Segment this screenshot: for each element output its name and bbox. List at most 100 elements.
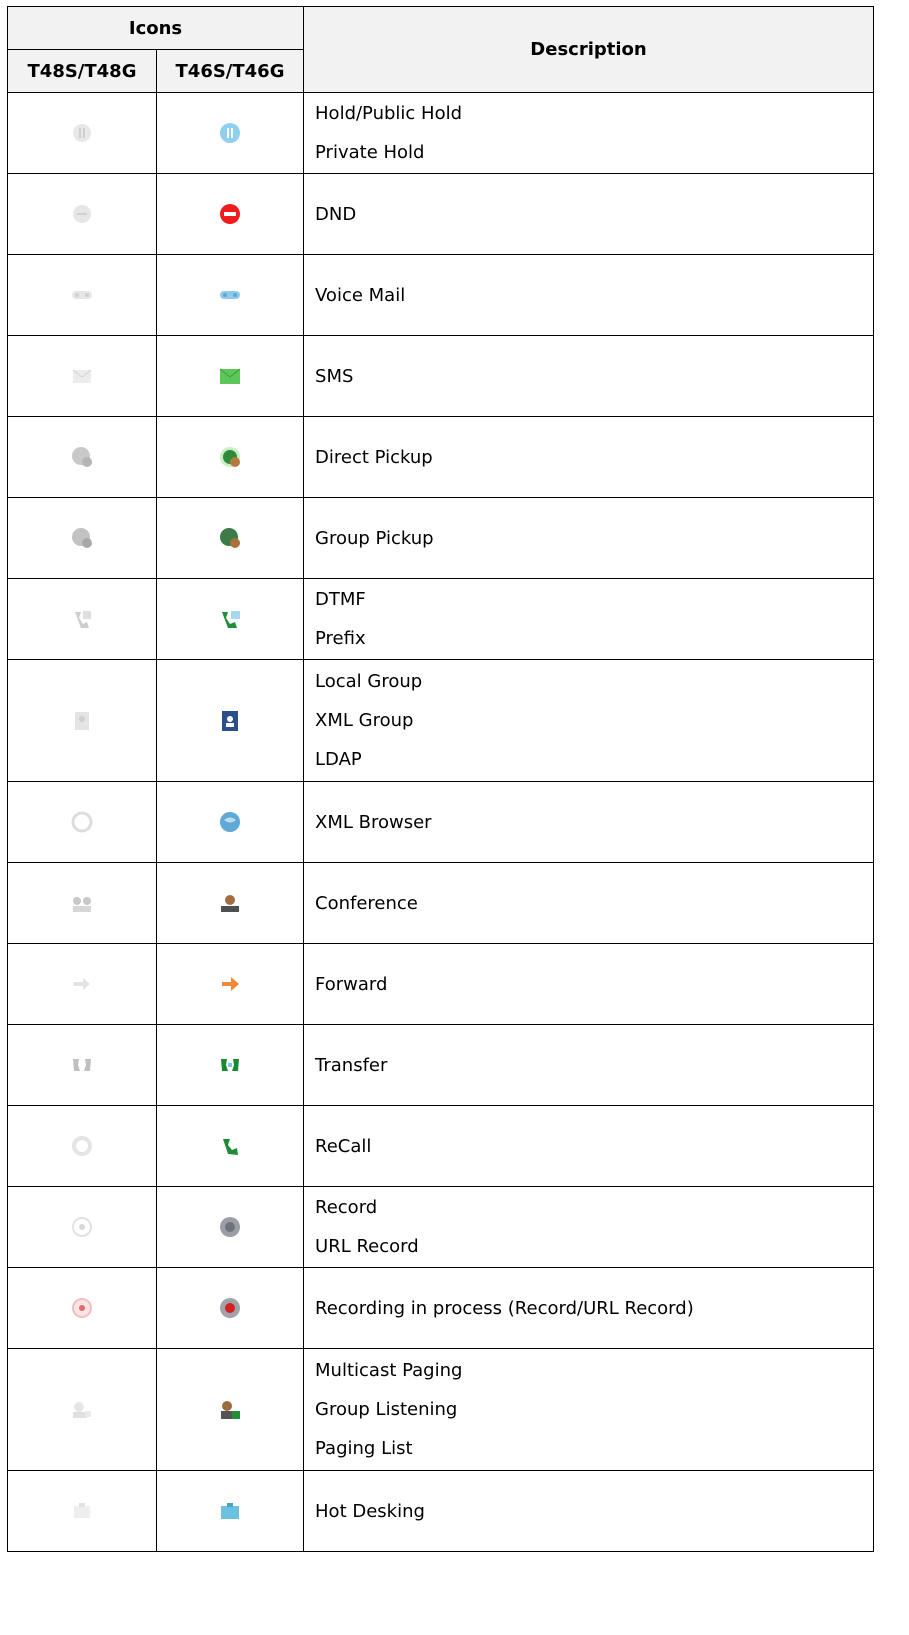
icon-cell-t46 [155,943,305,1025]
description-line: Paging List [315,1438,413,1459]
icon-cell-t46 [155,1105,305,1187]
description-line: ReCall [315,1135,372,1157]
icon-cell-t46 [155,659,305,782]
description-line: URL Record [315,1236,419,1257]
recording-icon [71,1297,93,1319]
icon-cell-t46 [155,173,305,255]
forward-icon [219,973,241,995]
description-line: Forward [315,973,388,995]
icon-cell-t48 [7,943,157,1025]
hot-desking-icon [71,1500,93,1522]
recording-icon [219,1297,241,1319]
icon-cell-t48 [7,578,157,660]
table-row: Conference [7,862,875,944]
description-line: Multicast Paging [315,1360,463,1381]
icon-cell-t46 [155,416,305,498]
icon-cell-t46 [155,254,305,336]
description-cell: SMS [303,335,875,417]
header-icons: Icons [6,6,305,50]
voicemail-icon [71,284,93,306]
icon-cell-t48 [7,254,157,336]
directory-icon [71,710,93,732]
icons-table: Icons Description T48S/T48G T46S/T46G Ho… [6,6,875,1552]
table-row: Record URL Record [7,1186,875,1268]
icon-cell-t48 [7,862,157,944]
icon-cell-t46 [155,1267,305,1349]
paging-icon [219,1399,241,1421]
hold-icon [219,122,241,144]
icon-cell-t46 [155,781,305,863]
direct-pickup-icon [71,446,93,468]
description-cell: Transfer [303,1024,875,1106]
record-icon [71,1216,93,1238]
icon-cell-t46 [155,862,305,944]
description-cell: DTMF Prefix [303,578,875,660]
table-row: XML Browser [7,781,875,863]
voicemail-icon [219,284,241,306]
icon-cell-t48 [7,1024,157,1106]
dnd-icon [71,203,93,225]
table-row: Local Group XML Group LDAP [7,659,875,782]
table-row: DND [7,173,875,255]
description-cell: Direct Pickup [303,416,875,498]
description-cell: Hot Desking [303,1470,875,1552]
table-body: Hold/Public Hold Private Hold DND Voice Mai… [7,92,875,1552]
description-line: Conference [315,892,418,914]
icon-cell-t48 [7,1105,157,1187]
record-icon [219,1216,241,1238]
description-cell: Hold/Public Hold Private Hold [303,92,875,174]
table-row: Group Pickup [7,497,875,579]
description-line: Hold/Public Hold [315,103,463,124]
description-cell: ReCall [303,1105,875,1187]
description-line: Transfer [315,1054,388,1076]
description-line: Private Hold [315,142,425,163]
table-row: Direct Pickup [7,416,875,498]
description-line: DTMF [315,589,366,610]
icon-cell-t46 [155,497,305,579]
header-model-t48: T48S/T48G [7,49,157,93]
icon-cell-t46 [155,1186,305,1268]
icon-cell-t48 [7,659,157,782]
group-pickup-icon [219,527,241,549]
header-model-t46: T46S/T46G [155,49,305,93]
description-cell: Forward [303,943,875,1025]
description-cell: Record URL Record [303,1186,875,1268]
icon-cell-t48 [7,1348,157,1471]
table-row: Voice Mail [7,254,875,336]
xml-browser-icon [219,811,241,833]
hold-icon [71,122,93,144]
description-line: Local Group [315,671,423,692]
dtmf-icon [71,608,93,630]
description-line: DND [315,203,357,225]
table-row: Transfer [7,1024,875,1106]
dtmf-icon [219,608,241,630]
icon-cell-t48 [7,1186,157,1268]
description-line: Prefix [315,628,366,649]
icon-cell-t48 [7,781,157,863]
header-description: Description [303,6,875,93]
description-line: Voice Mail [315,284,406,306]
description-cell: Group Pickup [303,497,875,579]
description-line: Hot Desking [315,1500,425,1522]
icon-cell-t48 [7,416,157,498]
xml-browser-icon [71,811,93,833]
directory-icon [219,710,241,732]
icon-cell-t48 [7,1470,157,1552]
table-row: Hot Desking [7,1470,875,1552]
direct-pickup-icon [219,446,241,468]
hot-desking-icon [219,1500,241,1522]
description-line: Group Listening [315,1399,458,1420]
description-cell: XML Browser [303,781,875,863]
table-row: Multicast Paging Group Listening Paging Li… [7,1348,875,1471]
icon-cell-t48 [7,497,157,579]
table-row: Hold/Public Hold Private Hold [7,92,875,174]
description-cell: DND [303,173,875,255]
description-cell: Multicast Paging Group Listening Paging Li… [303,1348,875,1471]
table-row: Forward [7,943,875,1025]
icon-cell-t46 [155,578,305,660]
transfer-icon [219,1054,241,1076]
icon-cell-t48 [7,335,157,417]
icon-cell-t46 [155,335,305,417]
icon-cell-t48 [7,173,157,255]
description-cell: Local Group XML Group LDAP [303,659,875,782]
